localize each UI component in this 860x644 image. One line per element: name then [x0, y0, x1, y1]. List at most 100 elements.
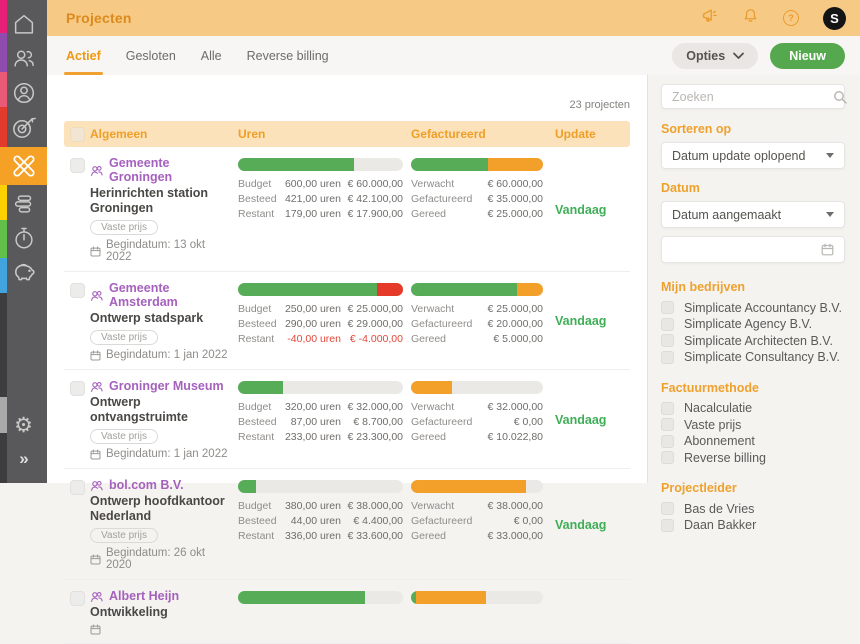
row-checkbox[interactable] — [70, 381, 85, 396]
help-button[interactable]: ? — [783, 10, 799, 26]
client-link[interactable]: Gemeente Amsterdam — [109, 281, 232, 309]
sidebar-item-dashboard[interactable] — [0, 6, 47, 42]
checkbox[interactable] — [661, 401, 674, 415]
search-icon — [833, 90, 847, 104]
checkbox[interactable] — [661, 502, 674, 515]
row-checkbox[interactable] — [70, 158, 85, 173]
options-button-label: Opties — [686, 48, 726, 63]
stat-label: Restant — [238, 333, 275, 345]
hours-stats — [238, 611, 403, 617]
column-header-update[interactable]: Update — [555, 127, 629, 141]
progress-segment — [238, 381, 283, 394]
row-checkbox[interactable] — [70, 591, 85, 606]
checkbox[interactable] — [661, 317, 674, 331]
select-all-checkbox[interactable] — [70, 126, 85, 142]
table-row[interactable]: Gemeente Amsterdam Ontwerp stadspark Vas… — [64, 272, 630, 370]
project-name[interactable]: Ontwikkeling — [90, 605, 232, 620]
update-status[interactable]: Vandaag — [555, 518, 606, 532]
stat-label: Budget — [238, 178, 272, 190]
tab-reverse-billing[interactable]: Reverse billing — [247, 36, 329, 75]
calendar-icon — [90, 554, 101, 565]
stat-label: Gereed — [411, 431, 447, 443]
column-header-algemeen[interactable]: Algemeen — [90, 127, 238, 141]
gear-icon: ⚙ — [14, 413, 33, 437]
double-chevron-icon: » — [19, 449, 29, 468]
table-row[interactable]: bol.com B.V. Ontwerp hoofdkantoor Nederl… — [64, 469, 630, 580]
checkbox[interactable] — [661, 518, 674, 532]
column-header-gefactureerd[interactable]: Gefactureerd — [411, 127, 555, 141]
checkbox[interactable] — [661, 334, 674, 347]
checkbox[interactable] — [661, 451, 674, 464]
update-status[interactable]: Vandaag — [555, 314, 606, 328]
sidebar-collapse-toggle[interactable]: » — [0, 441, 47, 477]
checkbox[interactable] — [661, 418, 674, 431]
sidebar-item-crm[interactable] — [0, 40, 47, 76]
date-input[interactable] — [661, 236, 845, 263]
stat-amount: € 29.000,00 — [347, 318, 403, 330]
sidebar-item-planning[interactable] — [0, 186, 47, 222]
stat-label: Besteed — [238, 515, 277, 527]
client-link[interactable]: Albert Heijn — [109, 589, 179, 603]
tab-alle[interactable]: Alle — [201, 36, 222, 75]
update-status[interactable]: Vandaag — [555, 413, 606, 427]
search-box[interactable] — [661, 84, 847, 109]
table-row[interactable]: Groninger Museum Ontwerp ontvangstruimte… — [64, 370, 630, 469]
column-header-uren[interactable]: Uren — [238, 127, 411, 141]
filter-option[interactable]: Simplicate Consultancy B.V. — [661, 350, 845, 364]
search-input[interactable] — [672, 89, 833, 104]
simplicate-logo: S — [823, 6, 846, 30]
project-name[interactable]: Ontwerp hoofdkantoor Nederland — [90, 494, 232, 524]
checkbox[interactable] — [661, 350, 674, 364]
invoiced-stats: Verwacht € 60.000,00 Gefactureerd € 35.000… — [411, 178, 543, 220]
filter-option[interactable]: Simplicate Accountancy B.V. — [661, 301, 845, 315]
account-menu-button[interactable]: S — [823, 6, 846, 30]
sidebar-item-projects[interactable] — [0, 147, 47, 185]
update-status[interactable]: Vandaag — [555, 203, 606, 217]
top-header: Projecten ? S — [47, 0, 860, 36]
sidebar-item-invoicing[interactable] — [0, 253, 47, 289]
project-name[interactable]: Herinrichten station Groningen — [90, 186, 232, 216]
stat-label: Gefactureerd — [411, 515, 473, 527]
project-name[interactable]: Ontwerp ontvangstruimte — [90, 395, 232, 425]
checkbox[interactable] — [661, 434, 674, 448]
stat-amount: € 42.100,00 — [347, 193, 403, 205]
filter-panel: Sorteren op Datum update oplopend Datum … — [648, 75, 860, 532]
sort-select[interactable]: Datum update oplopend — [661, 142, 845, 169]
filter-option[interactable]: Vaste prijs — [661, 418, 845, 432]
client-link[interactable]: Gemeente Groningen — [109, 156, 232, 184]
stat-amount: € 20.000,00 — [487, 318, 543, 330]
filter-option[interactable]: Nacalculatie — [661, 401, 845, 415]
sort-section-heading: Sorteren op — [661, 122, 732, 136]
progress-segment — [416, 591, 487, 604]
filter-option[interactable]: Simplicate Agency B.V. — [661, 317, 845, 331]
new-project-button[interactable]: Nieuw — [770, 42, 845, 69]
filter-option[interactable]: Bas de Vries — [661, 502, 845, 516]
announcements-button[interactable] — [700, 7, 718, 30]
sidebar-item-settings[interactable]: ⚙ — [0, 407, 47, 443]
filter-option[interactable]: Abonnement — [661, 434, 845, 448]
stat-amount: € 33.600,00 — [347, 530, 403, 542]
date-type-select[interactable]: Datum aangemaakt — [661, 201, 845, 228]
row-checkbox[interactable] — [70, 480, 85, 495]
sidebar-item-hours[interactable] — [0, 220, 47, 256]
client-link[interactable]: bol.com B.V. — [109, 478, 184, 492]
date-section-heading: Datum — [661, 181, 700, 195]
row-checkbox[interactable] — [70, 283, 85, 298]
sidebar-item-sales[interactable] — [0, 109, 47, 145]
table-row[interactable]: Albert Heijn Ontwikkeling — [64, 580, 630, 644]
checkbox[interactable] — [661, 301, 674, 314]
table-row[interactable]: Gemeente Groningen Herinrichten station … — [64, 147, 630, 272]
filter-option[interactable]: Simplicate Architecten B.V. — [661, 334, 845, 348]
project-name[interactable]: Ontwerp stadspark — [90, 311, 232, 326]
hours-progress-bar — [238, 480, 403, 493]
notifications-button[interactable] — [742, 7, 759, 29]
tab-actief[interactable]: Actief — [64, 36, 103, 75]
tab-gesloten[interactable]: Gesloten — [126, 36, 176, 75]
filter-option[interactable]: Reverse billing — [661, 451, 845, 465]
filter-option[interactable]: Daan Bakker — [661, 518, 845, 532]
client-link[interactable]: Groninger Museum — [109, 379, 224, 393]
options-button[interactable]: Opties — [672, 42, 759, 69]
progress-segment — [238, 158, 354, 171]
sidebar-item-hrm[interactable] — [0, 75, 47, 111]
billing-method-badge: Vaste prijs — [90, 220, 158, 235]
